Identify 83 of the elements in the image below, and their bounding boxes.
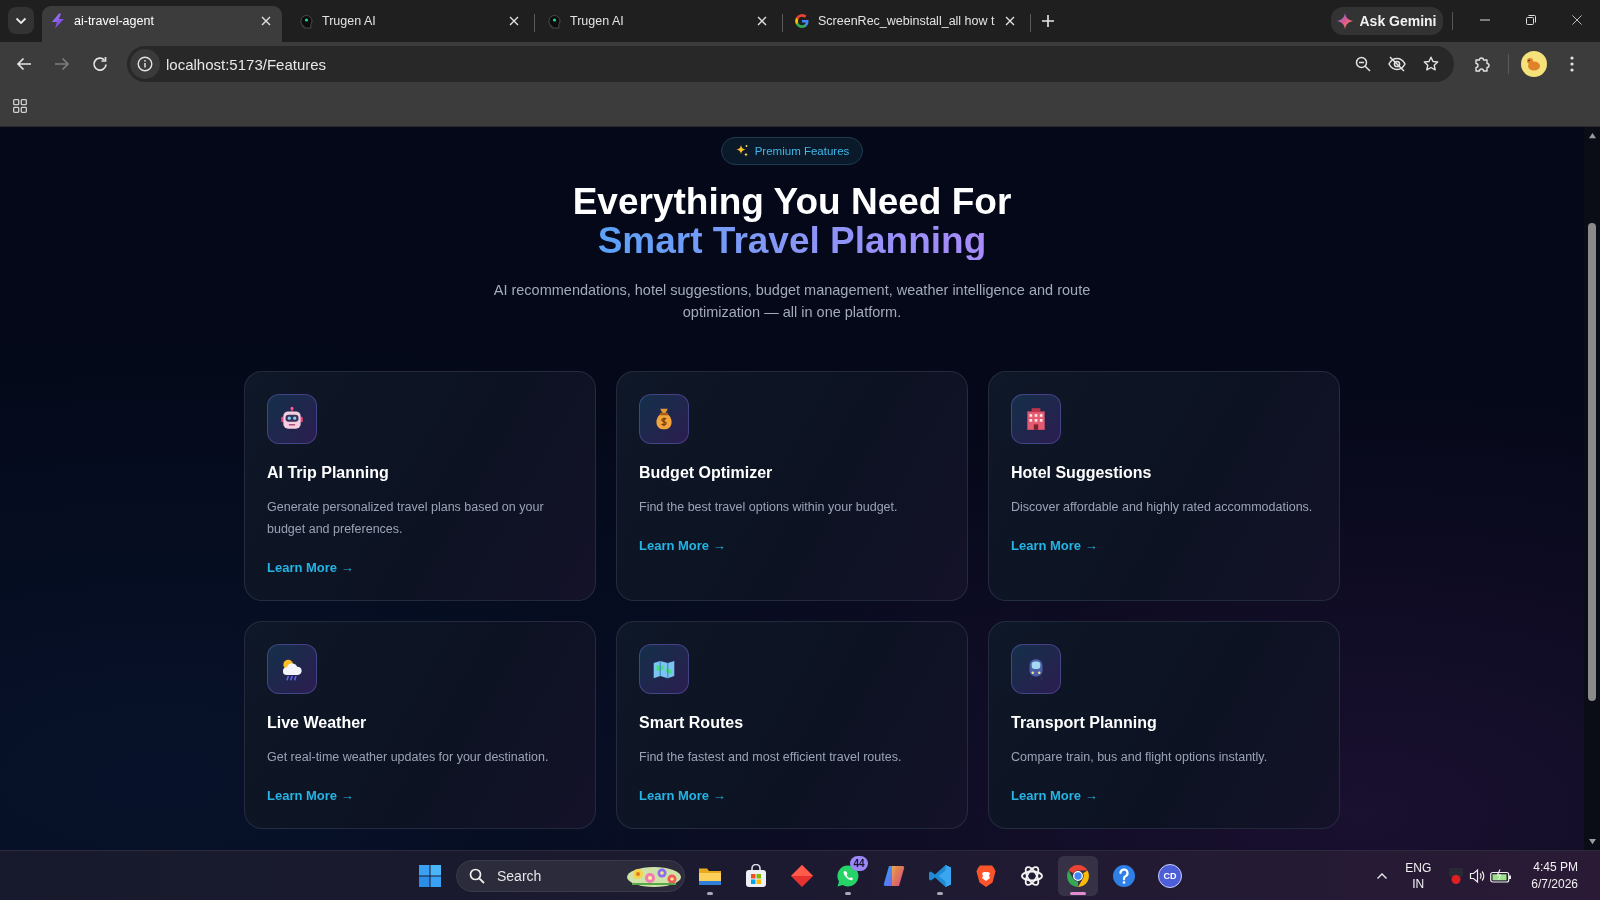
atom-icon — [1020, 863, 1044, 888]
scroll-down-arrow-icon[interactable] — [1587, 838, 1597, 845]
card-title: AI Trip Planning — [267, 463, 389, 483]
caret-down-icon — [15, 15, 27, 26]
scrollbar[interactable] — [1584, 127, 1600, 850]
taskbar-app-button[interactable]: 44 — [828, 855, 868, 896]
speaker-icon — [1469, 867, 1486, 884]
battery-charging-icon — [1490, 868, 1513, 883]
card-description: Find the fastest and most efficient travel routes. — [639, 749, 902, 766]
card-title: Smart Routes — [639, 713, 744, 733]
avatar-icon — [1521, 51, 1547, 77]
lightning-bolt-icon — [50, 13, 66, 29]
arrow-left-icon — [16, 56, 32, 72]
segmented-circle-icon — [1066, 863, 1090, 888]
clock-button[interactable]: 4:45 PM 6/7/2026 — [1525, 855, 1584, 896]
arrow-right-icon — [54, 56, 70, 72]
card-title: Live Weather — [267, 713, 367, 733]
scrollbar-thumb[interactable] — [1588, 223, 1596, 701]
url-text: localhost:5173/Features — [166, 55, 327, 73]
card-title: Budget Optimizer — [639, 463, 773, 483]
notification-badge: 44 — [850, 855, 868, 871]
robot-icon — [267, 394, 317, 444]
reload-icon — [92, 56, 108, 72]
grid-icon — [13, 99, 27, 113]
close-icon — [1571, 15, 1583, 25]
taskbar-app-button[interactable]: CD — [1150, 855, 1190, 896]
tab-list-button[interactable] — [8, 7, 34, 34]
cloud-sun-rain-icon — [267, 644, 317, 694]
more-vertical-icon — [1570, 56, 1574, 72]
restore-icon — [1526, 15, 1536, 25]
learn-more-link[interactable]: Learn More → — [267, 786, 354, 806]
head-silhouette-icon — [546, 13, 562, 29]
close-icon — [1005, 16, 1015, 26]
shopping-bag-icon — [744, 863, 768, 888]
scroll-up-arrow-icon[interactable] — [1587, 132, 1597, 139]
browser-tab[interactable]: ai-travel-agent — [42, 6, 282, 42]
headline: Everything You Need For — [572, 182, 1012, 221]
premium-badge: Premium Features — [720, 137, 864, 165]
sparkles-icon — [734, 144, 749, 158]
ask-gemini-button[interactable]: Ask Gemini — [1331, 7, 1443, 35]
card-description: Discover affordable and highly rated accommodations. — [1011, 499, 1313, 516]
site-info-button[interactable] — [130, 49, 160, 79]
money-bag-icon — [639, 394, 689, 444]
shield-icon — [974, 863, 998, 888]
help-icon — [1112, 863, 1136, 888]
sparkle-icon — [1337, 13, 1354, 29]
language-button[interactable]: ENG IN — [1399, 855, 1438, 896]
head-silhouette-icon — [298, 13, 314, 29]
learn-more-link[interactable]: Learn More → — [639, 536, 726, 556]
card-description: Get real-time weather updates for your destination. — [267, 749, 549, 766]
slanted-tiles-icon — [882, 863, 906, 888]
card-title: Hotel Suggestions — [1011, 463, 1152, 483]
tram-icon — [1011, 644, 1061, 694]
recording-dot-icon — [1448, 866, 1465, 885]
plus-icon — [1041, 14, 1055, 28]
card-description: Generate personalized travel plans based on your budget and preferences. — [267, 499, 545, 538]
learn-more-link[interactable]: Learn More → — [639, 786, 726, 806]
close-icon — [509, 16, 519, 26]
subtitle: AI recommendations, hotel suggestions, budget management, weather intelligence and route optimization — all in one platform. — [492, 281, 1092, 322]
folded-ribbon-icon — [928, 863, 952, 888]
four-panes-icon — [418, 863, 442, 888]
info-icon — [137, 56, 153, 72]
card-title: Transport Planning — [1011, 713, 1157, 733]
diamond-icon — [790, 863, 814, 888]
learn-more-link[interactable]: Learn More → — [267, 558, 354, 578]
card-description: Compare train, bus and flight options instantly. — [1011, 749, 1268, 766]
address-bar[interactable]: localhost:5173/Features — [127, 46, 1454, 82]
taskbar-app-button[interactable] — [1058, 855, 1098, 896]
learn-more-link[interactable]: Learn More → — [1011, 536, 1098, 556]
zoom-out-icon — [1355, 56, 1371, 72]
card-description: Find the best travel options within your budget. — [639, 499, 898, 516]
close-icon — [261, 16, 271, 26]
close-icon — [757, 16, 767, 26]
eye-slash-icon — [1388, 55, 1406, 73]
g-logo-icon — [794, 13, 810, 29]
star-icon — [1423, 56, 1439, 72]
search-icon — [469, 867, 485, 884]
taskbar-search-field[interactable]: Search — [456, 859, 685, 892]
search-input[interactable]: Search — [497, 867, 626, 884]
puzzle-icon — [1474, 56, 1490, 72]
learn-more-link[interactable]: Learn More → — [1011, 786, 1098, 806]
folded-map-icon — [639, 644, 689, 694]
hotel-building-icon — [1011, 394, 1061, 444]
